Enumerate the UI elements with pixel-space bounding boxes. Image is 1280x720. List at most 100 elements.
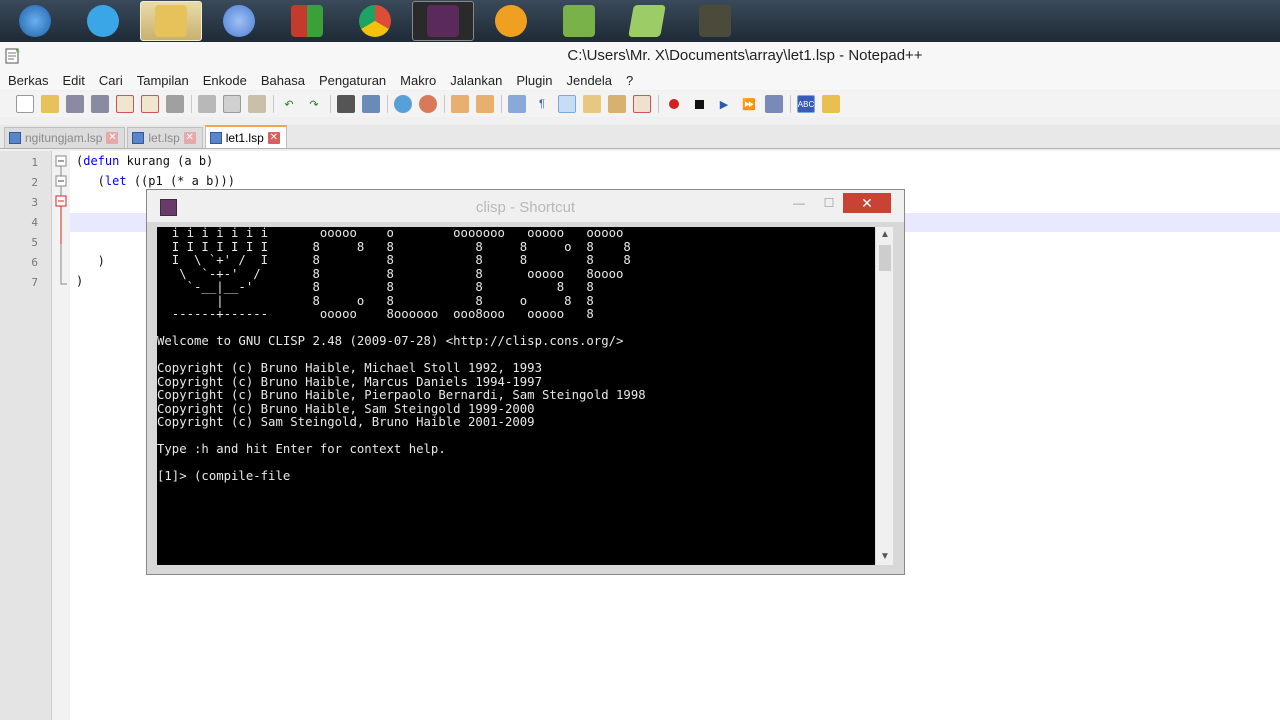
tab-bar: ngitungjam.lsp ✕ let.lsp ✕ let1.lsp ✕ xyxy=(0,125,1280,149)
taskbar-clisp[interactable] xyxy=(412,1,474,41)
console-text: i i i i i i i ooooo o ooooooo ooooo oooo… xyxy=(157,227,646,483)
menu-jendela[interactable]: Jendela xyxy=(566,73,612,88)
paste-icon[interactable] xyxy=(248,95,266,113)
scroll-down-icon[interactable]: ▼ xyxy=(876,549,894,565)
close-button[interactable]: ✕ xyxy=(843,193,891,213)
menu-cari[interactable]: Cari xyxy=(99,73,123,88)
line-number: 4 xyxy=(31,216,38,229)
minimize-button[interactable]: — xyxy=(785,193,813,213)
taskbar-notes[interactable] xyxy=(616,1,678,41)
doc-map-icon[interactable] xyxy=(608,95,626,113)
redo-icon[interactable]: ↷ xyxy=(305,95,323,113)
new-file-icon[interactable] xyxy=(16,95,34,113)
taskbar-chrome[interactable] xyxy=(344,1,406,41)
menu-tampilan[interactable]: Tampilan xyxy=(137,73,189,88)
function-list-icon[interactable] xyxy=(633,95,651,113)
keyword-defun: defun xyxy=(83,154,120,168)
code-text: ((p1 (* a b))) xyxy=(126,174,235,188)
sync-vertical-icon[interactable] xyxy=(451,95,469,113)
fold-minus-icon[interactable] xyxy=(55,175,67,187)
line-number: 5 xyxy=(31,236,38,249)
taskbar-file-explorer[interactable] xyxy=(140,1,202,41)
tab-let1[interactable]: let1.lsp ✕ xyxy=(204,125,287,148)
clisp-console-window[interactable]: clisp - Shortcut — ☐ ✕ i i i i i i i ooo… xyxy=(146,189,905,575)
undo-icon[interactable]: ↶ xyxy=(280,95,298,113)
cut-icon[interactable] xyxy=(198,95,216,113)
fold-minus-icon[interactable] xyxy=(55,155,67,167)
window-titlebar: C:\Users\Mr. X\Documents\array\let1.lsp … xyxy=(0,42,1280,70)
taskbar-internet-explorer[interactable] xyxy=(72,1,134,41)
folder-icon xyxy=(155,5,187,37)
console-output[interactable]: i i i i i i i ooooo o ooooooo ooooo oooo… xyxy=(157,227,875,565)
menorah-icon xyxy=(427,5,459,37)
sync-horizontal-icon[interactable] xyxy=(476,95,494,113)
spell-check-icon[interactable]: ABC xyxy=(797,95,815,113)
record-macro-icon[interactable] xyxy=(665,95,683,113)
chrome-icon xyxy=(359,5,391,37)
menu-berkas[interactable]: Berkas xyxy=(8,73,48,88)
menu-makro[interactable]: Makro xyxy=(400,73,436,88)
close-all-icon[interactable] xyxy=(141,95,159,113)
open-file-icon[interactable] xyxy=(41,95,59,113)
taskbar-office-app[interactable] xyxy=(276,1,338,41)
close-tab-icon[interactable]: ✕ xyxy=(106,132,119,144)
scroll-thumb[interactable] xyxy=(879,245,891,271)
play-multiple-icon[interactable]: ⏩ xyxy=(740,95,758,113)
close-file-icon[interactable] xyxy=(116,95,134,113)
copy-icon[interactable] xyxy=(223,95,241,113)
stop-macro-icon[interactable] xyxy=(690,95,708,113)
toolbar-separator xyxy=(658,95,659,113)
save-icon[interactable] xyxy=(66,95,84,113)
menu-bahasa[interactable]: Bahasa xyxy=(261,73,305,88)
code-line-7: ) xyxy=(76,274,84,288)
menu-edit[interactable]: Edit xyxy=(62,73,84,88)
find-icon[interactable] xyxy=(337,95,355,113)
code-line-6: ) xyxy=(76,254,105,268)
taskbar-notepadpp[interactable] xyxy=(548,1,610,41)
taskbar-camera[interactable] xyxy=(684,1,746,41)
user-lang-icon[interactable] xyxy=(583,95,601,113)
code-line-1: (defun kurang (a b) xyxy=(76,154,213,168)
taskbar xyxy=(0,0,1280,42)
code-line-2: (let ((p1 (* a b))) xyxy=(76,174,235,188)
play-macro-icon[interactable]: ▶ xyxy=(715,95,733,113)
close-tab-icon[interactable]: ✕ xyxy=(183,132,196,144)
scroll-up-icon[interactable]: ▲ xyxy=(876,227,894,243)
menu-plugin[interactable]: Plugin xyxy=(516,73,552,88)
menu-pengaturan[interactable]: Pengaturan xyxy=(319,73,386,88)
tab-ngitungjam[interactable]: ngitungjam.lsp ✕ xyxy=(4,127,126,148)
save-macro-icon[interactable] xyxy=(765,95,783,113)
keyword-let: let xyxy=(104,174,127,188)
file-icon xyxy=(9,132,21,144)
maximize-button[interactable]: ☐ xyxy=(815,193,843,213)
console-scrollbar[interactable]: ▲ ▼ xyxy=(875,227,893,565)
menu-help[interactable]: ? xyxy=(626,73,633,88)
show-all-chars-icon[interactable]: ¶ xyxy=(533,95,551,113)
menu-jalankan[interactable]: Jalankan xyxy=(450,73,502,88)
office-icon xyxy=(291,5,323,37)
zoom-out-icon[interactable] xyxy=(419,95,437,113)
save-all-icon[interactable] xyxy=(91,95,109,113)
toolbar-separator xyxy=(273,95,274,113)
plugin-icon[interactable] xyxy=(822,95,840,113)
taskbar-key-app[interactable] xyxy=(480,1,542,41)
replace-icon[interactable] xyxy=(362,95,380,113)
internet-explorer-icon xyxy=(87,5,119,37)
taskbar-swirl-app[interactable] xyxy=(208,1,270,41)
tab-let[interactable]: let.lsp ✕ xyxy=(127,127,203,148)
fold-margin[interactable] xyxy=(52,151,70,720)
toolbar-separator xyxy=(444,95,445,113)
code-text: kurang (a b) xyxy=(119,154,214,168)
swirl-icon xyxy=(223,5,255,37)
fold-minus-icon[interactable] xyxy=(55,195,67,207)
print-icon[interactable] xyxy=(166,95,184,113)
zoom-in-icon[interactable] xyxy=(394,95,412,113)
window-title: C:\Users\Mr. X\Documents\array\let1.lsp … xyxy=(567,47,923,64)
console-titlebar[interactable]: clisp - Shortcut — ☐ ✕ xyxy=(147,190,904,222)
word-wrap-icon[interactable] xyxy=(508,95,526,113)
start-button[interactable] xyxy=(4,1,66,41)
indent-guide-icon[interactable] xyxy=(558,95,576,113)
menu-enkode[interactable]: Enkode xyxy=(203,73,247,88)
close-tab-icon[interactable]: ✕ xyxy=(267,131,280,144)
line-number: 1 xyxy=(31,156,38,169)
